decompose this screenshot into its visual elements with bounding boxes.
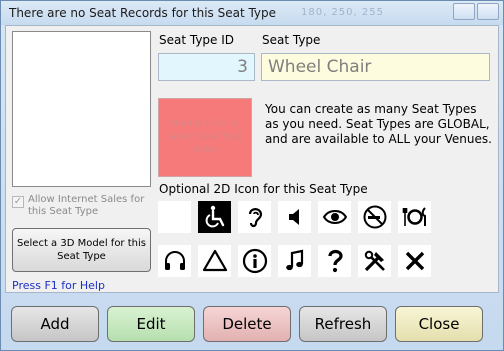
wheelchair-icon[interactable]	[198, 201, 231, 233]
close-button[interactable]: Close	[395, 306, 483, 342]
title-buttons	[453, 3, 499, 20]
dining-icon[interactable]	[398, 201, 431, 233]
add-button[interactable]: Add	[11, 306, 99, 342]
internet-sales-checkbox[interactable]: ✓	[12, 196, 24, 208]
triangle-icon[interactable]	[198, 245, 231, 277]
model-preview	[12, 31, 151, 187]
help-text: Press F1 for Help	[12, 279, 105, 292]
window-title: There are no Seat Records for this Seat …	[9, 6, 277, 20]
music-note-icon[interactable]	[278, 245, 311, 277]
seat-type-label: Seat Type	[262, 33, 321, 47]
edit-button[interactable]: Edit	[107, 306, 195, 342]
title-bar: There are no Seat Records for this Seat …	[1, 1, 503, 25]
ear-icon[interactable]	[238, 201, 271, 233]
maximize-button[interactable]	[477, 3, 499, 20]
speaker-icon[interactable]	[278, 201, 311, 233]
no-smoking-icon[interactable]	[358, 201, 391, 233]
info-icon[interactable]	[238, 245, 271, 277]
blank-icon[interactable]	[158, 201, 191, 233]
delete-button[interactable]: Delete	[203, 306, 291, 342]
select-3d-model-button[interactable]: Select a 3D Model for this Seat Type	[12, 228, 151, 272]
internet-sales-label: Allow Internet Sales for this Seat Type	[28, 194, 145, 217]
seat-type-color-swatch[interactable]: Double Click to Select Seat Type Color	[158, 98, 252, 177]
internet-sales-row: ✓ Allow Internet Sales for this Seat Typ…	[12, 194, 158, 218]
eye-icon[interactable]	[318, 201, 351, 233]
seat-type-window: There are no Seat Records for this Seat …	[0, 0, 504, 351]
headphones-icon[interactable]	[158, 245, 191, 277]
seat-type-id-field[interactable]: 3	[158, 53, 255, 81]
button-bar: Add Edit Delete Refresh Close	[11, 306, 483, 342]
tools-icon[interactable]	[358, 245, 391, 277]
icon-section-label: Optional 2D Icon for this Seat Type	[159, 182, 368, 196]
minimize-button[interactable]	[453, 3, 475, 20]
title-ghost-text: 180, 250, 255	[301, 7, 384, 18]
icon-grid	[158, 201, 431, 277]
seat-type-id-label: Seat Type ID	[159, 33, 235, 47]
seat-type-field[interactable]: Wheel Chair	[261, 53, 490, 81]
close-x-icon[interactable]	[398, 245, 431, 277]
question-icon[interactable]	[318, 245, 351, 277]
description-text: You can create as many Seat Types as you…	[265, 102, 492, 146]
refresh-button[interactable]: Refresh	[299, 306, 387, 342]
